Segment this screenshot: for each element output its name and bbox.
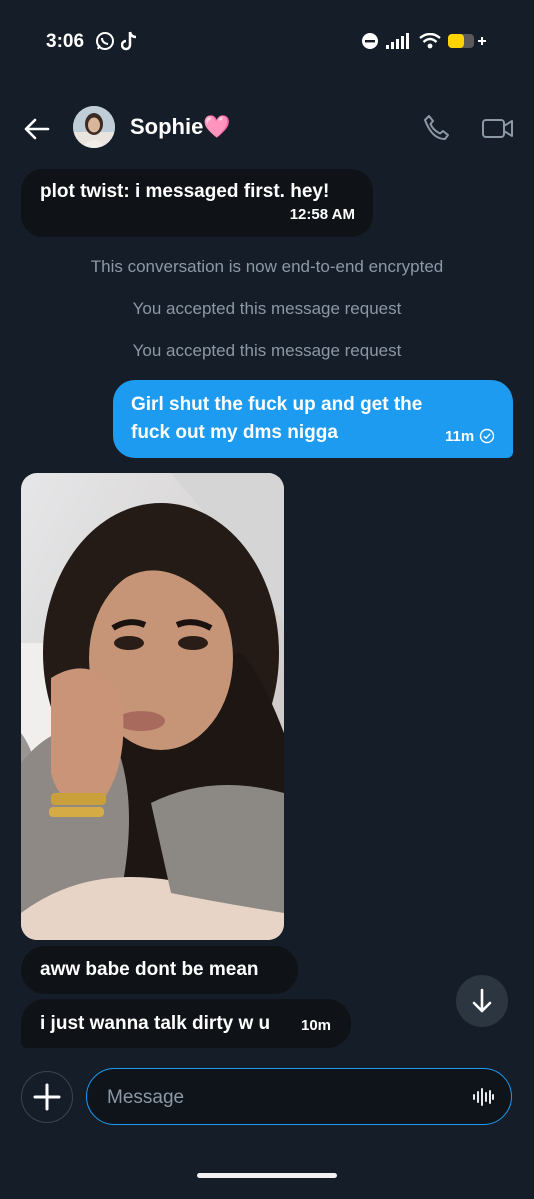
sent-check-icon [479,428,495,444]
chat-header: Sophie🩷 [0,100,534,156]
status-bar: 3:06 [0,0,534,88]
do-not-disturb-icon [362,33,378,49]
message-input[interactable] [105,1084,449,1112]
outgoing-message[interactable]: Girl shut the fuck up and get the fuck o… [113,380,513,458]
message-text-line: fuck out my dms nigga [131,422,338,443]
photo-message[interactable] [21,473,284,940]
composer [0,1068,534,1128]
plus-icon [33,1083,61,1111]
wifi-icon [419,33,441,49]
incoming-message[interactable]: aww babe dont be mean [21,946,298,994]
message-time: 11m [445,428,475,445]
signal-icon [386,33,409,49]
message-box[interactable] [86,1068,512,1125]
add-attachment-button[interactable] [21,1071,73,1123]
home-indicator[interactable] [197,1173,337,1178]
status-time: 3:06 [46,31,85,52]
selfie-photo [21,473,284,940]
contact-name[interactable]: Sophie🩷 [130,114,231,140]
message-time: 12:58 AM [289,206,355,223]
avatar[interactable] [73,106,115,148]
message-text: plot twist: i messaged first. hey! [40,181,330,202]
voice-message-icon[interactable] [471,1085,495,1109]
message-text: aww babe dont be mean [40,959,259,980]
phone-call-icon[interactable] [420,112,452,144]
message-text: i just wanna talk dirty w u [40,1013,271,1034]
message-text-line: Girl shut the fuck up and get the [131,394,423,415]
system-message-request-accepted: You accepted this message request [132,341,402,360]
video-call-icon[interactable] [481,112,515,144]
incoming-message[interactable]: i just wanna talk dirty w u 10m [21,999,351,1048]
back-arrow-icon[interactable] [22,114,52,144]
system-message-request-accepted: You accepted this message request [132,299,402,318]
battery-icon [448,34,486,48]
system-message-encrypted: This conversation is now end-to-end encr… [90,257,444,276]
arrow-down-icon [472,988,492,1013]
scroll-to-bottom-button[interactable] [456,975,508,1027]
whatsapp-icon [96,32,114,50]
tiktok-icon [121,31,137,51]
message-time: 10m [301,1017,332,1034]
incoming-message[interactable]: plot twist: i messaged first. hey! 12:58… [21,169,373,237]
avatar-image [73,106,115,148]
